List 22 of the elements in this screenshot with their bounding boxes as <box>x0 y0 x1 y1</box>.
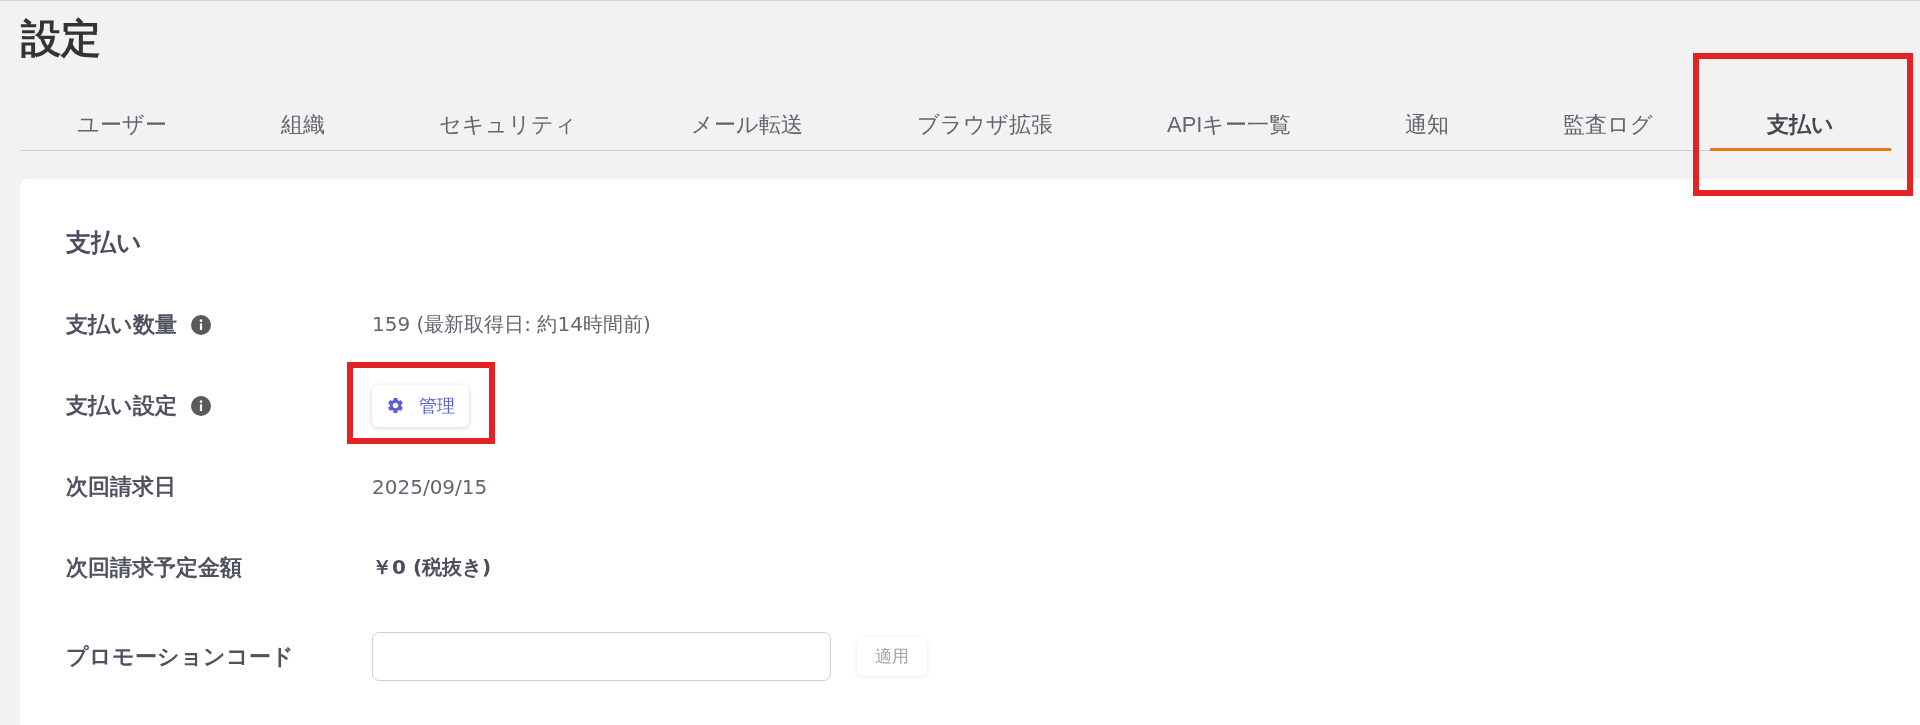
tab[interactable]: 通知 <box>1348 100 1507 151</box>
field-label: 次回請求予定金額 <box>66 553 242 582</box>
field-label: プロモーションコード <box>66 642 294 671</box>
tab[interactable]: セキュリティ <box>382 100 634 151</box>
field-label: 次回請求日 <box>66 472 176 501</box>
manage-button[interactable]: 管理 <box>372 384 469 427</box>
tab[interactable]: 組織 <box>224 100 382 151</box>
tab[interactable]: ブラウザ拡張 <box>860 100 1110 151</box>
field-label: 支払い設定 <box>66 391 177 420</box>
promo-code-field[interactable] <box>372 632 831 681</box>
section-title: 支払い <box>66 227 143 257</box>
tab[interactable]: 支払い <box>1710 100 1892 151</box>
page-title: 設定 <box>21 15 102 61</box>
field-value: 2025/09/15 <box>372 474 488 499</box>
field-label: 支払い数量 <box>66 310 177 339</box>
tab[interactable]: ユーザー <box>20 100 224 151</box>
field-value: 159 (最新取得日: 約14時間前) <box>372 311 651 338</box>
amount-value: ￥0 (税抜き) <box>372 554 492 581</box>
tab[interactable]: 監査ログ <box>1506 100 1711 151</box>
gear-icon <box>388 398 403 413</box>
tab[interactable]: APIキー一覧 <box>1110 100 1349 151</box>
tab[interactable]: メール転送 <box>634 100 860 151</box>
